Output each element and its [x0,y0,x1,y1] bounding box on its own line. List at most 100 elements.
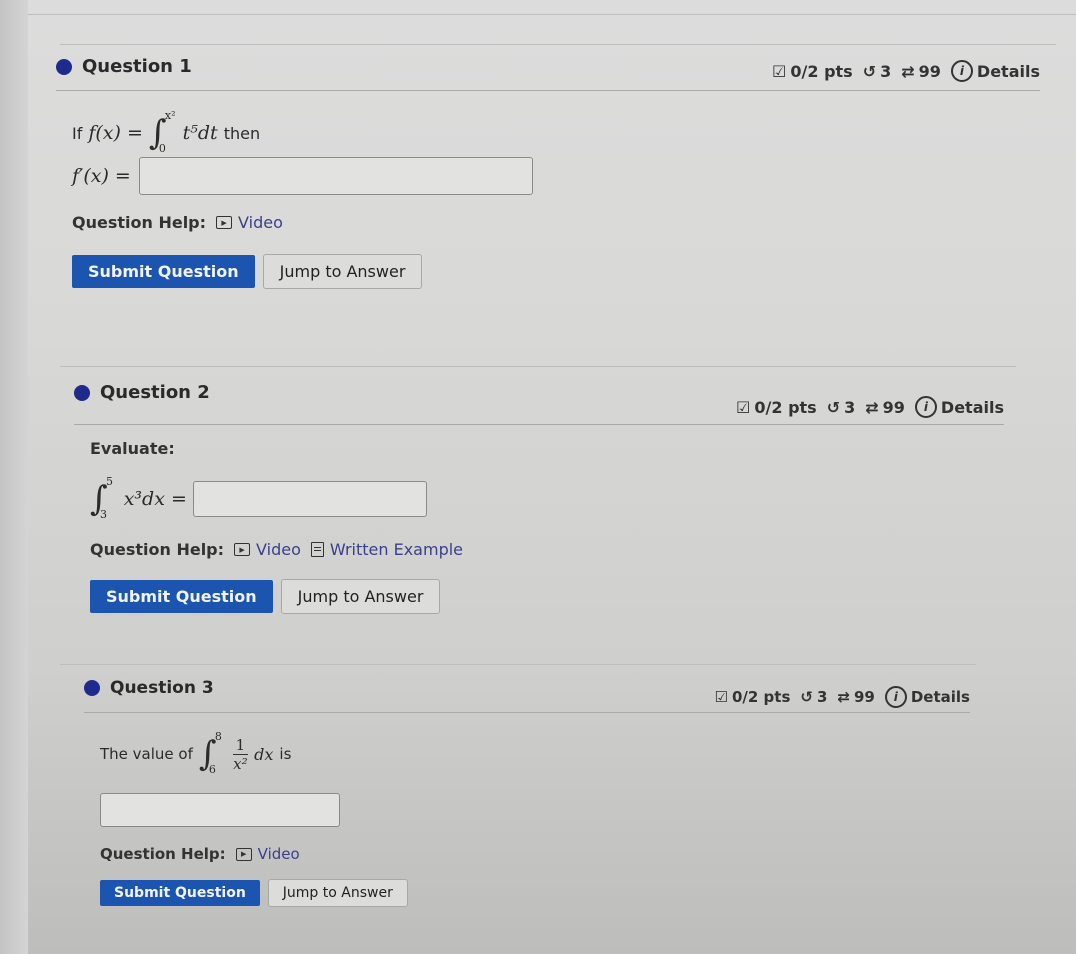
retries-text: 3 [816,688,828,706]
integral-upper: x² [164,109,176,122]
question-prompt: If f(x) = ∫ x² 0 t⁵dt then [72,109,1040,155]
question-title: Question 2 [74,382,210,403]
jump-to-answer-button[interactable]: Jump to Answer [280,579,441,614]
fraction-denominator: x² [233,754,248,773]
integral-sign: ∫ 5 3 [90,475,113,521]
divider [60,44,1056,45]
fraction-numerator: 1 [232,736,249,755]
question-header: Question 1 ☑ 0/2 pts ↺ 3 ⇄ 99 i Details [56,50,1040,90]
question-title-text: Question 2 [100,382,210,403]
question-prompt: The value of ∫ 8 6 1 x² dx is [100,729,970,779]
video-link[interactable]: ▶ Video [234,540,301,559]
attempts-text: 99 [882,397,905,417]
points-text: 0/2 pts [790,61,853,81]
jump-to-answer-button[interactable]: Jump to Answer [267,879,408,907]
integrand: t⁵dt [182,122,218,144]
help-label: Question Help: [100,845,226,863]
attempts: ⇄ 99 [837,688,874,706]
points: ☑ 0/2 pts [715,688,791,706]
question-header: Question 2 ☑ 0/2 pts ↺ 3 ⇄ 99 i Details [74,376,1004,418]
submit-question-button[interactable]: Submit Question [90,580,273,613]
prompt-lhs: f(x) = [88,122,143,144]
video-link-text: Video [257,845,300,863]
video-icon: ▶ [234,543,251,556]
undo-icon: ↺ [800,688,813,706]
undo-icon: ↺ [862,61,877,81]
written-example-link[interactable]: Written Example [310,540,464,559]
attempts-text: 99 [853,688,875,706]
repeat-icon: ⇄ [865,397,879,417]
integral-upper: 8 [214,730,222,743]
video-link[interactable]: ▶ Video [216,213,283,232]
points: ☑ 0/2 pts [772,62,853,81]
question-title: Question 1 [56,56,192,77]
document-icon [310,542,324,557]
integrand-tail: dx [254,744,274,764]
retries: ↺ 3 [800,688,827,706]
integral-lower: 6 [208,763,216,776]
integral-lower: 0 [158,142,166,155]
question-help: Question Help: ▶ Video [100,845,970,863]
written-example-text: Written Example [329,540,464,559]
details-text: Details [910,688,970,706]
points-text: 0/2 pts [754,397,817,417]
info-icon: i [914,396,937,418]
info-icon: i [950,60,973,82]
question-help: Question Help: ▶ Video Written Example [90,540,1004,559]
details-text: Details [940,397,1004,417]
repeat-icon: ⇄ [837,688,850,706]
question-meta: ☑ 0/2 pts ↺ 3 ⇄ 99 i Details [772,60,1040,82]
checkbox-icon: ☑ [736,397,751,417]
retries-text: 3 [844,397,856,417]
retries: ↺ 3 [863,62,892,81]
prompt-prefix: The value of [100,745,193,763]
answer-input[interactable] [100,793,340,827]
question-title: Question 3 [84,678,214,698]
divider [28,14,1076,15]
info-icon: i [884,686,907,708]
retries-text: 3 [880,61,892,81]
submit-question-button[interactable]: Submit Question [100,880,260,906]
video-icon: ▶ [235,847,252,861]
status-dot-icon [74,384,90,401]
points-text: 0/2 pts [731,688,791,706]
left-edge [0,0,28,954]
question-meta: ☑ 0/2 pts ↺ 3 ⇄ 99 i Details [736,396,1004,418]
attempts: ⇄ 99 [901,62,941,81]
prompt-prefix: If [72,123,83,143]
details-link[interactable]: i Details [950,60,1040,82]
answer-input[interactable] [138,157,533,195]
question-prompt: Evaluate: [90,439,175,458]
integrand: x³dx = [123,488,187,510]
divider [60,366,1016,367]
divider [60,664,976,665]
undo-icon: ↺ [826,397,841,417]
help-label: Question Help: [90,540,225,559]
status-dot-icon [56,58,72,75]
question-1: Question 1 ☑ 0/2 pts ↺ 3 ⇄ 99 i Details If f… [56,50,1040,289]
submit-question-button[interactable]: Submit Question [72,255,255,288]
attempts-text: 99 [918,61,941,81]
video-link-text: Video [256,540,301,559]
attempts: ⇄ 99 [865,398,905,417]
video-link[interactable]: ▶ Video [235,845,300,863]
details-text: Details [976,61,1040,81]
question-title-text: Question 1 [82,56,192,77]
prompt-suffix: then [223,123,261,143]
question-2: Question 2 ☑ 0/2 pts ↺ 3 ⇄ 99 i Details Eval… [74,376,1004,614]
details-link[interactable]: i Details [884,686,970,708]
fraction: 1 x² [232,736,249,773]
question-3: Question 3 ☑ 0/2 pts ↺ 3 ⇄ 99 i Details The … [84,672,970,907]
points: ☑ 0/2 pts [736,398,817,417]
jump-to-answer-button[interactable]: Jump to Answer [262,254,423,289]
details-link[interactable]: i Details [914,396,1004,418]
prompt-suffix: is [279,745,292,763]
checkbox-icon: ☑ [772,61,787,81]
integral-upper: 5 [106,475,113,488]
video-link-text: Video [238,213,283,232]
integral-sign: ∫ 8 6 [198,730,222,776]
answer-input[interactable] [192,481,427,517]
video-icon: ▶ [216,216,233,229]
repeat-icon: ⇄ [901,61,915,81]
checkbox-icon: ☑ [714,688,728,706]
